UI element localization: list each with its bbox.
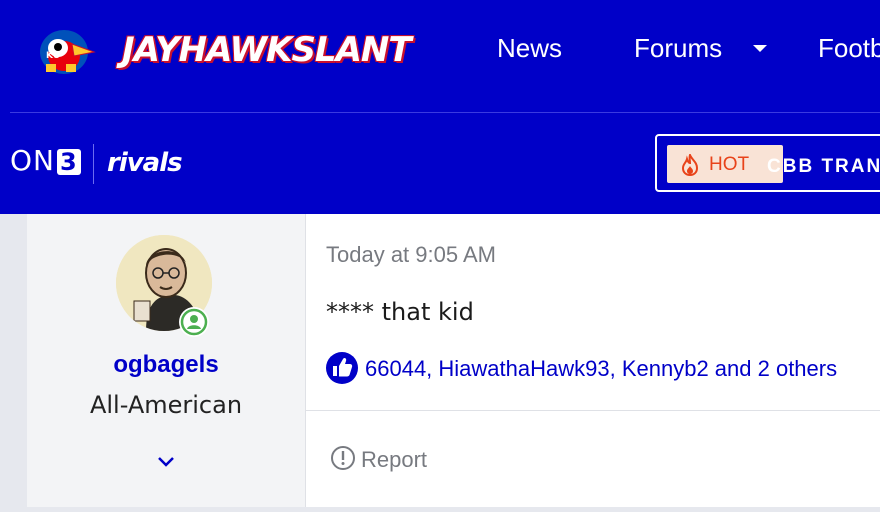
brand-separator [93, 144, 94, 184]
post-username[interactable]: ogbagels [27, 351, 305, 379]
rivals-logo[interactable]: rivals [107, 148, 183, 178]
online-status-indicator [179, 307, 209, 337]
flame-icon [681, 154, 699, 176]
nav-football[interactable]: Footb [818, 33, 880, 64]
nav-forums[interactable]: Forums [634, 33, 722, 64]
on3-logo[interactable]: ON 3 [10, 144, 81, 177]
chevron-down-icon[interactable] [154, 454, 178, 470]
online-status-icon [180, 308, 208, 336]
post-timestamp[interactable]: Today at 9:05 AM [326, 242, 496, 268]
nav-news[interactable]: News [497, 33, 562, 64]
on3-text: ON [10, 144, 55, 177]
chevron-down-icon[interactable] [752, 44, 768, 54]
on3-three: 3 [56, 149, 81, 175]
hot-badge: HOT [667, 145, 783, 183]
forum-post: ogbagels All-American Today at 9:05 AM *… [27, 214, 880, 507]
svg-text:KU: KU [46, 51, 60, 61]
hot-topic-title[interactable]: CBB TRAN [767, 156, 880, 178]
user-title: All-American [89, 391, 243, 419]
hot-topic-banner[interactable]: HOT CBB TRAN [655, 134, 880, 192]
jayhawk-mascot-icon: KU [40, 30, 96, 74]
reactions-list[interactable]: 66044, HiawathaHawk93, Kennyb2 and 2 oth… [365, 356, 837, 382]
post-user-panel: ogbagels All-American [27, 214, 306, 507]
hot-label: HOT [709, 154, 750, 175]
logo-wordmark: JAYHAWKSLANT [122, 30, 412, 70]
site-logo[interactable]: KU JAYHAWKSLANT [36, 22, 412, 78]
post-footer-divider [306, 410, 880, 411]
thumbs-up-icon [326, 352, 358, 384]
alert-circle-icon [331, 446, 355, 470]
site-header: KU JAYHAWKSLANT News Forums Footb [0, 0, 880, 113]
report-label: Report [361, 447, 428, 472]
post-message: **** that kid [326, 298, 474, 326]
